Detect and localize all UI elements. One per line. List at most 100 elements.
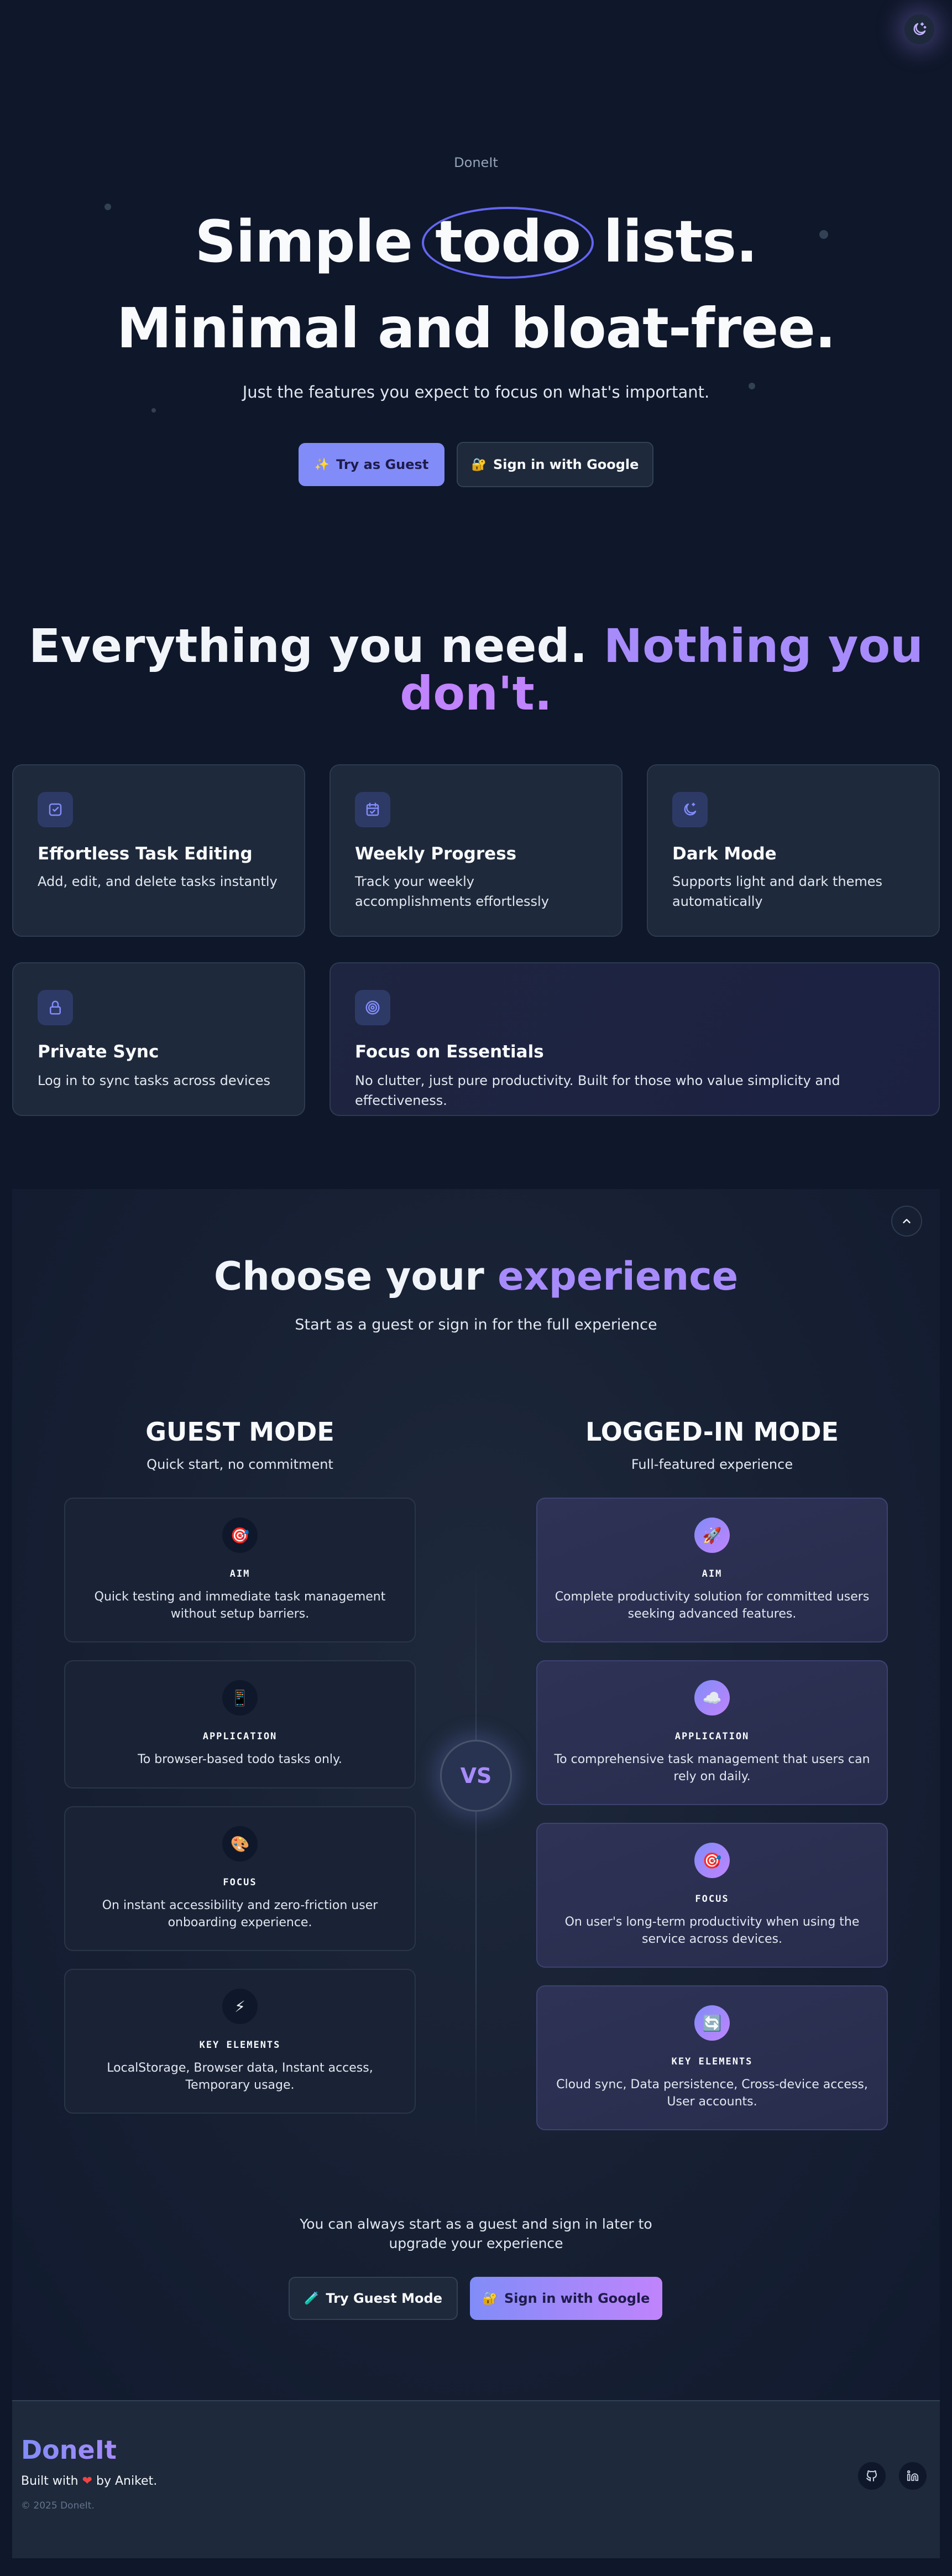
try-guest-mode-button[interactable]: 🧪 Try Guest Mode <box>289 2277 458 2320</box>
try-as-guest-label: Try as Guest <box>336 457 429 472</box>
lock-icon <box>50 1000 61 1015</box>
footer-built-with: Built with ❤ by Aniket. <box>21 2474 157 2488</box>
features-title-accent: Nothing you <box>603 619 923 673</box>
footer-brand: DoneIt <box>21 2435 117 2465</box>
experience-title-accent: experience <box>498 1254 739 1299</box>
built-by-text: by Aniket. <box>96 2474 158 2488</box>
vs-divider <box>475 1565 477 2140</box>
card-label: APPLICATION <box>202 1731 278 1742</box>
collapse-button[interactable] <box>891 1206 922 1237</box>
logged-aim-card: 🚀 AIM Complete productivity solution for… <box>536 1498 888 1642</box>
try-guest-mode-label: Try Guest Mode <box>326 2291 442 2306</box>
moon-stars-icon <box>913 22 927 35</box>
phone-icon: 📱 <box>222 1680 258 1715</box>
card-label: AIM <box>229 1568 250 1579</box>
guest-mode-title: GUEST MODE <box>145 1417 334 1447</box>
sync-icon: 🔄 <box>694 2005 730 2041</box>
target-icon <box>365 1000 380 1015</box>
feature-icon-box <box>38 792 73 827</box>
logged-key-elements-card: 🔄 KEY ELEMENTS Cloud sync, Data persiste… <box>536 1985 888 2130</box>
theme-toggle-button[interactable] <box>904 14 934 44</box>
logged-in-mode-title: LOGGED-IN MODE <box>585 1417 839 1447</box>
guest-application-card: 📱 APPLICATION To browser-based todo task… <box>64 1660 416 1788</box>
feature-text: Log in to sync tasks across devices <box>38 1073 271 1088</box>
cloud-icon: ☁️ <box>694 1680 730 1715</box>
lock-icon: 🔐 <box>482 2291 498 2306</box>
footer-copyright: © 2025 DoneIt. <box>21 2500 95 2511</box>
chevron-up-icon <box>903 1219 911 1223</box>
feature-card-editing: Effortless Task Editing Add, edit, and d… <box>12 764 305 937</box>
sparkles-icon: ✨ <box>314 457 330 472</box>
logged-focus-card: 🎯 FOCUS On user's long-term productivity… <box>536 1823 888 1968</box>
card-text: LocalStorage, Browser data, Instant acce… <box>107 2061 373 2092</box>
card-text: On user's long-term productivity when us… <box>564 1915 860 1946</box>
moon-icon <box>684 802 697 816</box>
try-as-guest-button[interactable]: ✨ Try as Guest <box>299 443 444 486</box>
experience-title-plain: Choose your <box>213 1254 484 1299</box>
card-label: KEY ELEMENTS <box>199 2040 281 2051</box>
feature-title: Private Sync <box>38 1042 159 1062</box>
card-text: Complete productivity solution for commi… <box>555 1590 870 1621</box>
card-text: Quick testing and immediate task managem… <box>94 1590 386 1621</box>
guest-key-elements-card: ⚡ KEY ELEMENTS LocalStorage, Browser dat… <box>64 1969 416 2114</box>
feature-card-private-sync: Private Sync Log in to sync tasks across… <box>12 962 305 1116</box>
sign-in-google-label-2: Sign in with Google <box>504 2291 650 2306</box>
card-text: On instant accessibility and zero-fricti… <box>102 1899 378 1930</box>
sign-in-google-button[interactable]: 🔐 Sign in with Google <box>457 442 653 487</box>
hero-title-line2: Minimal and bloat-free. <box>117 296 836 361</box>
highlight-ring <box>422 207 594 279</box>
feature-text: Supports light and dark themes automatic… <box>672 874 882 909</box>
sign-in-google-button-2[interactable]: 🔐 Sign in with Google <box>470 2277 662 2320</box>
github-icon <box>866 2470 877 2481</box>
card-text: Cloud sync, Data persistence, Cross-devi… <box>556 2078 868 2109</box>
feature-title: Effortless Task Editing <box>38 844 253 864</box>
logged-application-card: ☁️ APPLICATION To comprehensive task man… <box>536 1660 888 1805</box>
lightning-icon: ⚡ <box>222 1989 258 2024</box>
experience-subtitle: Start as a guest or sign in for the full… <box>295 1316 657 1333</box>
feature-icon-box <box>355 990 390 1025</box>
feature-title: Dark Mode <box>672 844 777 864</box>
hero-subtitle: Just the features you expect to focus on… <box>242 383 710 401</box>
feature-icon-box <box>355 792 390 827</box>
test-tube-icon: 🧪 <box>304 2291 320 2306</box>
feature-icon-box <box>38 990 73 1025</box>
target-icon: 🎯 <box>694 1843 730 1878</box>
hero-title-line1: Simple todo lists. <box>0 206 952 279</box>
features-title-plain: Everything you need. <box>29 619 588 673</box>
feature-title: Focus on Essentials <box>355 1042 544 1062</box>
card-label: KEY ELEMENTS <box>671 2056 753 2067</box>
guest-focus-card: 🎨 FOCUS On instant accessibility and zer… <box>64 1806 416 1951</box>
feature-icon-box <box>672 792 708 827</box>
target-icon: 🎯 <box>222 1518 258 1553</box>
rocket-icon: 🚀 <box>694 1518 730 1553</box>
vs-badge: VS <box>440 1740 512 1812</box>
card-text: To browser-based todo tasks only. <box>138 1753 342 1766</box>
lock-icon: 🔐 <box>471 457 487 472</box>
linkedin-link[interactable] <box>899 2462 927 2490</box>
experience-title: Choose your experience <box>0 1254 952 1299</box>
heart-icon: ❤ <box>82 2474 92 2488</box>
hero-title-highlight: todo <box>422 206 594 279</box>
features-title-accent-2: don't. <box>400 666 552 721</box>
feature-card-dark-mode: Dark Mode Supports light and dark themes… <box>647 764 940 937</box>
card-label: FOCUS <box>223 1877 257 1888</box>
feature-title: Weekly Progress <box>355 844 517 864</box>
card-text: To comprehensive task management that us… <box>554 1753 870 1784</box>
guest-mode-subtitle: Quick start, no commitment <box>147 1457 333 1472</box>
feature-card-focus: Focus on Essentials No clutter, just pur… <box>329 962 940 1116</box>
hero-brand: DoneIt <box>454 155 498 170</box>
card-label: AIM <box>702 1568 723 1579</box>
features-title: Everything you need. Nothing you don't. <box>0 622 952 717</box>
feature-text: Track your weekly accomplishments effort… <box>355 874 549 909</box>
decor-dot <box>151 408 156 413</box>
guest-aim-card: 🎯 AIM Quick testing and immediate task m… <box>64 1498 416 1642</box>
sign-in-google-label: Sign in with Google <box>493 457 639 472</box>
calendar-icon <box>366 802 379 816</box>
logged-in-mode-subtitle: Full-featured experience <box>631 1457 793 1472</box>
hero-title-after: lists. <box>603 208 757 275</box>
github-link[interactable] <box>858 2462 886 2490</box>
feature-card-progress: Weekly Progress Track your weekly accomp… <box>329 764 623 937</box>
palette-icon: 🎨 <box>222 1826 258 1861</box>
hero-title-before: Simple <box>195 208 413 275</box>
linkedin-icon <box>907 2470 919 2481</box>
